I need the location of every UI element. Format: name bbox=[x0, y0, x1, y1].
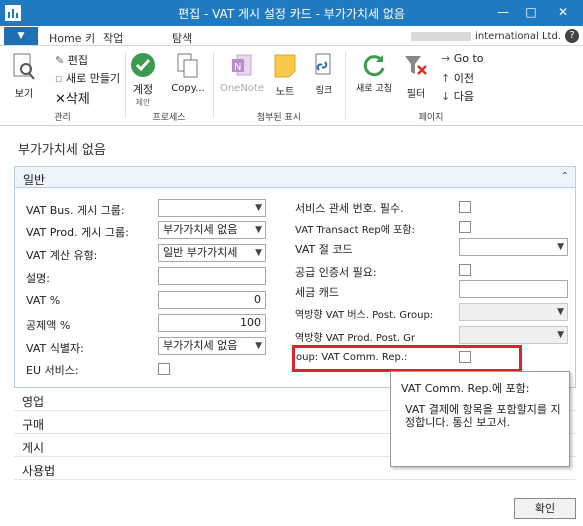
eu-service-checkbox[interactable] bbox=[158, 363, 170, 375]
vat-percent-input[interactable]: 0 bbox=[158, 291, 266, 309]
group-process-label: 프로세스 bbox=[152, 113, 186, 123]
app-menu-button[interactable]: ▼ bbox=[4, 27, 38, 45]
deduction-percent-input[interactable]: 100 bbox=[158, 314, 266, 332]
tab-actions[interactable]: 작업 bbox=[103, 30, 123, 46]
new-button[interactable]: ▫ 새로 만들기 bbox=[55, 70, 120, 86]
vat-transact-rep-checkbox[interactable] bbox=[459, 221, 471, 233]
clear-filter-icon bbox=[405, 56, 427, 75]
copy-button[interactable]: Copy... bbox=[166, 52, 210, 94]
reverse-vat-prod-group-select[interactable]: ▼ bbox=[459, 326, 568, 344]
section-general-header[interactable]: 일반 ⌃ bbox=[14, 166, 576, 188]
links-button[interactable]: 링크 bbox=[308, 52, 340, 96]
previous-button[interactable]: ↑ 이전 bbox=[441, 70, 474, 86]
group-attach-label: 첨부된 표시 bbox=[256, 113, 302, 123]
pencil-icon: ✎ bbox=[55, 54, 65, 67]
vat-bus-posting-group-label: VAT Bus. 게시 그룹: bbox=[26, 204, 125, 217]
tooltip-body: VAT 결제에 항목을 포함할지를 지정합니다. 통신 보고서. bbox=[405, 403, 561, 429]
minimize-button[interactable]: — bbox=[492, 0, 514, 26]
vat-transact-rep-label: VAT Transact Rep에 포함: bbox=[295, 225, 415, 236]
notes-button[interactable]: 노트 bbox=[270, 52, 300, 98]
description-label: 설명: bbox=[26, 272, 50, 285]
link-icon bbox=[315, 53, 331, 75]
clear-filter-button[interactable]: 필터 bbox=[398, 52, 434, 100]
eu-service-label: EU 서비스: bbox=[26, 364, 79, 377]
certificate-of-supply-label: 공급 인증서 필요: bbox=[295, 266, 377, 279]
note-icon bbox=[274, 54, 296, 78]
tax-category-label: 세금 캐드 bbox=[295, 286, 339, 299]
reverse-vat-bus-group-label: 역방향 VAT 버스. Post. Group: bbox=[295, 310, 434, 321]
refresh-button[interactable]: 새로 고침 bbox=[352, 52, 396, 94]
svg-text:N: N bbox=[234, 62, 241, 73]
dropdown-icon: ▼ bbox=[557, 307, 564, 317]
checkmark-icon bbox=[131, 53, 155, 77]
vat-percent-label: VAT % bbox=[26, 294, 61, 307]
vat-identifier-select[interactable]: 부가가치세 없음 ▼ bbox=[158, 337, 266, 355]
help-icon[interactable]: ? bbox=[565, 29, 579, 43]
tab-home[interactable]: Home 키 bbox=[49, 30, 95, 46]
tab-navigate[interactable]: 탐색 bbox=[172, 30, 192, 46]
dropdown-icon: ▼ bbox=[255, 203, 262, 213]
copy-icon bbox=[177, 53, 198, 78]
goto-arrow-icon: → bbox=[441, 52, 451, 65]
dropdown-icon: ▼ bbox=[557, 330, 564, 340]
company-name: international Ltd. bbox=[411, 31, 561, 42]
vat-identifier-label: VAT 식별자: bbox=[26, 342, 84, 355]
page-title: 부가가치세 없음 bbox=[18, 143, 106, 158]
reverse-vat-bus-group-select[interactable]: ▼ bbox=[459, 303, 568, 321]
next-button[interactable]: ↓ 다음 bbox=[441, 88, 474, 104]
calculate-button[interactable]: 계정 제안 bbox=[126, 52, 160, 108]
dropdown-icon: ▼ bbox=[255, 248, 262, 258]
delete-button[interactable]: ✕삭제 bbox=[55, 88, 90, 107]
refresh-icon bbox=[363, 55, 385, 77]
delete-icon: ✕ bbox=[55, 92, 66, 107]
view-icon bbox=[13, 53, 35, 80]
ribbon: 보기 ✎ 편집 ▫ 새로 만들기 ✕삭제 관리 계정 제안 Copy... 프로… bbox=[0, 46, 583, 126]
field-tooltip: VAT Comm. Rep.에 포함: VAT 결제에 항목을 포함할지를 지정… bbox=[390, 371, 570, 467]
tooltip-title: VAT Comm. Rep.에 포함: bbox=[401, 382, 530, 395]
group-page-label: 페이지 bbox=[418, 113, 444, 123]
vat-prod-posting-group-select[interactable]: 부가가치세 없음 ▼ bbox=[158, 221, 266, 239]
maximize-button[interactable]: □ bbox=[520, 0, 542, 26]
close-button[interactable]: ✕ bbox=[552, 0, 574, 26]
dropdown-icon: ▼ bbox=[255, 225, 262, 235]
ribbon-tab-row: ▼ Home 키 작업 탐색 international Ltd. ? bbox=[0, 26, 583, 46]
service-tariff-required-checkbox[interactable] bbox=[459, 201, 471, 213]
deduction-percent-label: 공제액 % bbox=[26, 319, 71, 332]
vat-clause-code-label: VAT 절 코드 bbox=[295, 243, 353, 256]
title-bar: 편집 - VAT 게시 설정 카드 - 부가가치세 없음 — □ ✕ bbox=[0, 0, 583, 26]
reverse-vat-prod-group-label: 역방향 VAT Prod. Post. Gr bbox=[295, 333, 416, 344]
vat-prod-posting-group-label: VAT Prod. 게시 그룹: bbox=[26, 226, 129, 239]
view-button[interactable]: 보기 bbox=[4, 52, 44, 100]
vat-calculation-type-select[interactable]: 일반 부가가치세 ▼ bbox=[158, 244, 266, 262]
new-doc-icon: ▫ bbox=[55, 72, 63, 85]
dropdown-icon: ▼ bbox=[557, 242, 564, 252]
certificate-of-supply-checkbox[interactable] bbox=[459, 264, 471, 276]
service-tariff-required-label: 서비스 관세 번호. 필수. bbox=[295, 202, 404, 215]
group-manage-label: 관리 bbox=[54, 113, 71, 123]
tax-category-input[interactable] bbox=[459, 280, 568, 298]
highlight-box bbox=[292, 345, 522, 372]
onenote-icon: N bbox=[232, 54, 252, 76]
collapse-icon: ⌃ bbox=[560, 171, 569, 182]
arrow-down-icon: ↓ bbox=[441, 90, 451, 103]
edit-button[interactable]: ✎ 편집 bbox=[55, 52, 88, 68]
onenote-button[interactable]: N OneNote bbox=[218, 52, 266, 94]
ok-button[interactable]: 확인 bbox=[514, 498, 576, 519]
vat-calculation-type-label: VAT 계산 유형: bbox=[26, 249, 98, 262]
vat-bus-posting-group-select[interactable]: ▼ bbox=[158, 199, 266, 217]
description-input[interactable] bbox=[158, 267, 266, 285]
goto-button[interactable]: → Go to bbox=[441, 52, 484, 65]
dropdown-icon: ▼ bbox=[255, 341, 262, 351]
vat-clause-code-select[interactable]: ▼ bbox=[459, 238, 568, 256]
arrow-up-icon: ↑ bbox=[441, 72, 451, 85]
